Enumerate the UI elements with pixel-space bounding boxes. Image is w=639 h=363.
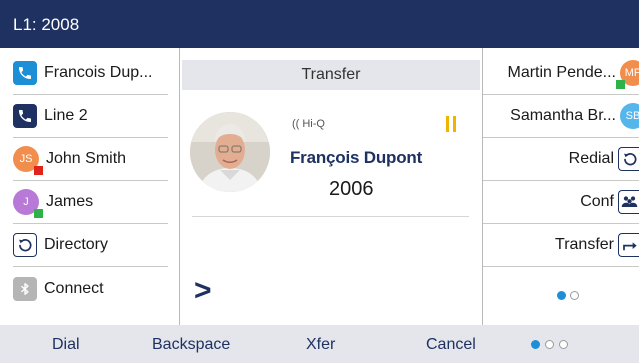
line-status-title: L1: 2008 [13,15,80,34]
backspace-softkey[interactable]: Backspace [152,325,230,363]
avatar: JS [13,146,43,175]
call-state-header: Transfer [182,60,480,90]
cancel-softkey[interactable]: Cancel [426,325,476,363]
caller-name: François Dupont [290,148,423,167]
right-key-label: Redial [568,150,614,167]
left-key-directory[interactable]: Directory [13,224,168,267]
directory-icon [13,233,37,257]
title-bar: L1: 2008 [0,0,639,48]
caller-photo [190,112,270,192]
right-key-samantha-brown[interactable]: Samantha Br... SB [483,95,639,138]
presence-available-indicator [616,80,625,89]
bluetooth-icon [13,276,37,301]
phone-icon [13,61,37,85]
page-dot-active [531,340,540,349]
right-key-martin-pendergast[interactable]: Martin Pende... MP [483,52,639,95]
xfer-softkey[interactable]: Xfer [306,325,335,363]
avatar-initials: SB [625,110,639,122]
caller-number: 2006 [329,178,374,200]
right-key-label: Transfer [555,236,614,253]
dial-softkey[interactable]: Dial [52,325,80,363]
softkey-page-indicator[interactable] [531,340,568,349]
right-key-label: Samantha Br... [510,107,616,124]
right-key-redial[interactable]: Redial [483,138,639,181]
avatar-initials: MP [624,67,639,79]
page-dot-active [557,291,566,300]
phone-icon [13,104,37,128]
right-key-conference[interactable]: Conf [483,181,639,224]
left-key-john-smith[interactable]: JS John Smith [13,138,168,181]
softkey-bar: Dial Backspace Xfer Cancel [0,325,639,363]
left-key-label: Directory [44,236,109,253]
left-key-label: Francois Dup... [44,64,153,81]
right-programmable-keys: Martin Pende... MP Samantha Br... SB Red… [482,48,639,325]
right-key-label: Martin Pende... [507,64,617,81]
presence-available-indicator [34,209,43,218]
left-key-james[interactable]: J James [13,181,168,224]
redial-icon [618,147,639,171]
avatar: SB [620,103,639,129]
conference-icon [618,190,639,214]
hd-audio-badge: (( Hi-Q [292,118,325,130]
dial-prompt: > [194,274,212,307]
page-dot [559,340,568,349]
divider [192,216,469,217]
right-key-label: Conf [580,193,614,210]
avatar-initials: J [23,196,29,208]
left-key-label: Connect [44,279,104,297]
presence-busy-indicator [34,166,43,175]
hd-audio-icon: (( [292,118,300,130]
left-key-francois-dupont[interactable]: Francois Dup... [13,52,168,95]
transfer-icon [618,233,639,257]
left-key-connect[interactable]: Connect [13,267,168,310]
avatar-initials: JS [19,153,33,165]
call-panel: Transfer (( Hi-Q François Dupont 2006 > [180,48,482,325]
right-keys-page-indicator[interactable] [557,291,579,300]
avatar: J [13,189,43,218]
avatar: MP [616,60,639,89]
hold-icon [446,116,456,132]
left-key-label: John Smith [46,150,127,167]
page-dot [545,340,554,349]
left-programmable-keys: Francois Dup... Line 2 JS John Smith J J… [0,48,180,325]
left-key-label: Line 2 [44,107,88,124]
page-dot [570,291,579,300]
left-key-label: James [46,193,94,210]
hd-audio-label: Hi-Q [302,118,325,130]
left-key-line-2[interactable]: Line 2 [13,95,168,138]
right-key-transfer[interactable]: Transfer [483,224,639,267]
